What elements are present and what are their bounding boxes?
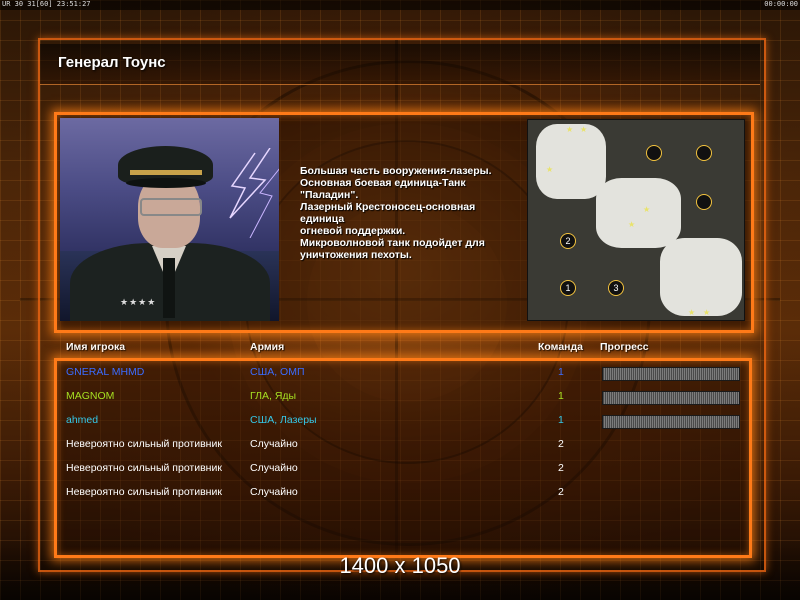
player-name: MAGNOM (66, 390, 115, 402)
minimap-snow-area (536, 124, 606, 199)
player-army: США, ОМП (250, 366, 305, 378)
player-row: ahmed США, Лазеры 1 (0, 414, 800, 430)
player-name: Невероятно сильный противник (66, 438, 222, 450)
player-name: Невероятно сильный противник (66, 462, 222, 474)
column-header-progress: Прогресс (600, 341, 649, 353)
minimap-supply-icon: ★ (703, 308, 711, 317)
minimap-supply-icon: ★ (546, 165, 554, 174)
minimap-supply-icon: ★ (566, 125, 574, 134)
player-progress-bar (602, 415, 740, 429)
minimap-start-slot (646, 145, 662, 161)
player-row: Невероятно сильный противник Случайно 2 (0, 462, 800, 478)
player-row: MAGNOM ГЛА, Яды 1 (0, 390, 800, 406)
general-portrait: ★★★★ (60, 118, 279, 321)
minimap-supply-icon: ★ (628, 220, 636, 229)
debug-topbar: UR 30 31[60] 23:51:27 00:00:00 (0, 0, 800, 10)
rank-stars-icon: ★★★★ (120, 298, 157, 308)
column-header-name: Имя игрока (66, 341, 126, 353)
player-row: Невероятно сильный противник Случайно 2 (0, 486, 800, 502)
minimap-start-slot (696, 194, 712, 210)
minimap: ★ ★ ★ ★ ★ ★ ★ 2 1 3 (527, 119, 745, 321)
debug-info-left: UR 30 31[60] 23:51:27 (2, 0, 91, 8)
column-header-army: Армия (250, 341, 285, 353)
player-army: Случайно (250, 438, 298, 450)
player-team: 1 (558, 414, 564, 426)
player-team: 2 (558, 462, 564, 474)
minimap-supply-icon: ★ (688, 308, 696, 317)
player-name: ahmed (66, 414, 99, 426)
portrait-glasses (140, 198, 202, 216)
lightning-icon (229, 148, 279, 238)
player-team: 2 (558, 438, 564, 450)
debug-timer: 00:00:00 (764, 0, 798, 8)
player-team: 1 (558, 366, 564, 378)
minimap-snow-area (660, 238, 742, 316)
player-row: Невероятно сильный противник Случайно 2 (0, 438, 800, 454)
player-army: Случайно (250, 462, 298, 474)
portrait-cap-band (130, 170, 202, 175)
minimap-snow-area (596, 178, 681, 248)
player-name: Невероятно сильный противник (66, 486, 222, 498)
player-list-panel (54, 358, 752, 558)
portrait-visor (126, 178, 206, 188)
minimap-start-position-2: 2 (560, 233, 576, 249)
player-progress-bar (602, 391, 740, 405)
minimap-start-position-3: 3 (608, 280, 624, 296)
player-army: Случайно (250, 486, 298, 498)
resolution-overlay: 1400 x 1050 (339, 553, 461, 578)
minimap-supply-icon: ★ (580, 125, 588, 134)
column-header-team: Команда (538, 341, 583, 353)
player-progress-bar (602, 367, 740, 381)
title-divider (40, 84, 760, 85)
minimap-start-position-1: 1 (560, 280, 576, 296)
minimap-supply-icon: ★ (643, 205, 651, 214)
portrait-tie (163, 258, 175, 318)
player-team: 1 (558, 390, 564, 402)
player-team: 2 (558, 486, 564, 498)
player-name: GNERAL MHMD (66, 366, 145, 378)
player-army: ГЛА, Яды (250, 390, 297, 402)
player-row: GNERAL MHMD США, ОМП 1 (0, 366, 800, 382)
minimap-start-slot (696, 145, 712, 161)
player-army: США, Лазеры (250, 414, 317, 426)
general-description: Большая часть вооружения-лазеры. Основна… (300, 165, 492, 261)
general-title: Генерал Тоунс (58, 54, 166, 71)
